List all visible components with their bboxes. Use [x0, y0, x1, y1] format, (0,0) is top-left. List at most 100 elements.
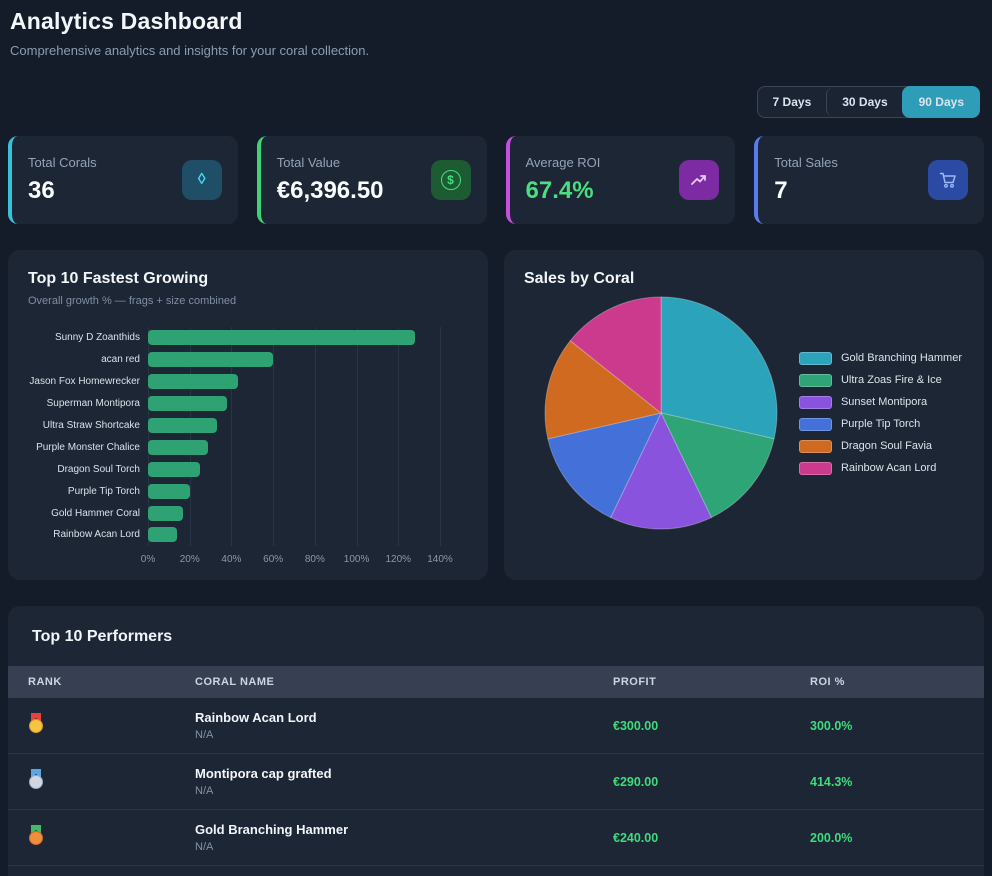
column-header-roi: ROI %: [810, 676, 984, 688]
legend-swatch: [799, 418, 832, 431]
bar-category-label: Jason Fox Homewrecker: [28, 371, 148, 393]
bar-row: [148, 524, 440, 546]
coral-name: Montipora cap grafted: [195, 766, 613, 781]
coral-name-cell: Gold Branching Hammer N/A: [195, 822, 613, 853]
page-title: Analytics Dashboard: [10, 8, 982, 35]
bar-row: [148, 480, 440, 502]
dollar-icon: $: [441, 170, 461, 190]
bar[interactable]: [148, 527, 177, 542]
legend-label: Rainbow Acan Lord: [841, 462, 936, 474]
bar[interactable]: [148, 484, 190, 499]
bar[interactable]: [148, 352, 273, 367]
gridline: [440, 327, 441, 546]
bar-row: [148, 458, 440, 480]
stat-label: Total Sales: [774, 155, 838, 170]
profit-value: €290.00: [613, 775, 810, 789]
stat-card-total-sales: Total Sales 7: [754, 136, 984, 224]
time-range-30-days-button[interactable]: 30 Days: [826, 87, 902, 117]
legend-swatch: [799, 440, 832, 453]
bar-category-label: Rainbow Acan Lord: [28, 524, 148, 546]
bar[interactable]: [148, 440, 208, 455]
bar[interactable]: [148, 506, 183, 521]
bar-category-label: Superman Montipora: [28, 393, 148, 415]
stat-label: Total Value: [277, 155, 384, 170]
coral-name: Gold Branching Hammer: [195, 822, 613, 837]
bar-chart-plot-area: 0%20%40%60%80%100%120%140%: [148, 327, 440, 570]
coral-subtext: N/A: [195, 841, 613, 853]
bar[interactable]: [148, 330, 415, 345]
analytics-dashboard-page: Analytics Dashboard Comprehensive analyt…: [0, 0, 992, 876]
bar-row: [148, 371, 440, 393]
x-axis-tick-label: 80%: [305, 554, 325, 565]
bar-row: [148, 327, 440, 349]
icon-box: [679, 160, 719, 200]
bar-chart: Sunny D Zoanthidsacan redJason Fox Homew…: [28, 327, 468, 570]
bar-category-label: Ultra Straw Shortcake: [28, 415, 148, 437]
bronze-medal-icon: [28, 825, 44, 845]
coral-name-cell: Rainbow Acan LordN/A: [195, 710, 613, 741]
charts-row: Top 10 Fastest Growing Overall growth % …: [8, 250, 984, 580]
bar-rows: [148, 327, 440, 546]
page-header: Analytics Dashboard Comprehensive analyt…: [8, 0, 984, 58]
bar-category-label: Dragon Soul Torch: [28, 458, 148, 480]
legend-label: Dragon Soul Favia: [841, 440, 932, 452]
column-header-profit: PROFIT: [613, 676, 810, 688]
legend-label: Purple Tip Torch: [841, 418, 920, 430]
roi-value: 200.0%: [810, 831, 984, 845]
legend-item: Purple Tip Torch: [799, 418, 962, 431]
x-axis-tick-label: 120%: [385, 554, 411, 565]
pie-chart-title: Sales by Coral: [524, 270, 964, 288]
icon-box: $: [431, 160, 471, 200]
profit-value: €240.00: [613, 831, 810, 845]
time-range-segmented-control: 7 Days 30 Days 90 Days: [757, 86, 980, 118]
bar[interactable]: [148, 462, 200, 477]
bar-chart-x-axis: 0%20%40%60%80%100%120%140%: [148, 554, 440, 570]
legend-item: Ultra Zoas Fire & Ice: [799, 374, 962, 387]
x-axis-tick-label: 100%: [344, 554, 370, 565]
time-range-90-days-button[interactable]: 90 Days: [902, 86, 980, 118]
legend-item: Sunset Montipora: [799, 396, 962, 409]
bar-row: [148, 349, 440, 371]
legend-swatch: [799, 396, 832, 409]
x-axis-tick-label: 60%: [263, 554, 283, 565]
rank-cell: [28, 713, 195, 738]
coral-subtext: N/A: [195, 785, 613, 797]
column-header-rank: RANK: [28, 676, 195, 688]
bar[interactable]: [148, 396, 227, 411]
table-row: Montipora cap graftedN/A€290.00414.3%: [8, 754, 984, 810]
bar-category-label: Sunny D Zoanthids: [28, 327, 148, 349]
rank-cell: [28, 825, 195, 850]
x-axis-tick-label: 20%: [180, 554, 200, 565]
legend-swatch: [799, 352, 832, 365]
stat-value: 36: [28, 177, 97, 205]
pie-chart-legend: Gold Branching HammerUltra Zoas Fire & I…: [799, 352, 962, 475]
bar-chart-title: Top 10 Fastest Growing: [28, 270, 468, 288]
icon-box: ◊: [182, 160, 222, 200]
bar-category-label: Gold Hammer Coral: [28, 502, 148, 524]
bar-category-label: Purple Tip Torch: [28, 480, 148, 502]
bar-chart-subtitle: Overall growth % — frags + size combined: [28, 295, 468, 307]
legend-item: Dragon Soul Favia: [799, 440, 962, 453]
table-row: Gold Branching Hammer N/A€240.00200.0%: [8, 810, 984, 866]
bar-category-label: acan red: [28, 349, 148, 371]
pie-chart-content: Gold Branching HammerUltra Zoas Fire & I…: [524, 296, 964, 530]
icon-box: [928, 160, 968, 200]
bar-row: [148, 436, 440, 458]
table-header-row: RANK CORAL NAME PROFIT ROI %: [8, 666, 984, 698]
bar[interactable]: [148, 374, 238, 389]
stat-label: Total Corals: [28, 155, 97, 170]
stat-card-total-value: Total Value €6,396.50 $: [257, 136, 487, 224]
legend-label: Sunset Montipora: [841, 396, 927, 408]
coral-name: Rainbow Acan Lord: [195, 710, 613, 725]
time-range-7-days-button[interactable]: 7 Days: [758, 87, 827, 117]
stat-value: 7: [774, 177, 838, 205]
bar-row: [148, 502, 440, 524]
page-subtitle: Comprehensive analytics and insights for…: [10, 43, 982, 58]
stat-label: Average ROI: [526, 155, 601, 170]
coral-icon: ◊: [198, 171, 206, 189]
x-axis-tick-label: 140%: [427, 554, 453, 565]
bar-row: [148, 415, 440, 437]
bar[interactable]: [148, 418, 217, 433]
stats-row: Total Corals 36 ◊ Total Value €6,396.50 …: [8, 136, 984, 224]
cart-icon: [938, 170, 958, 190]
